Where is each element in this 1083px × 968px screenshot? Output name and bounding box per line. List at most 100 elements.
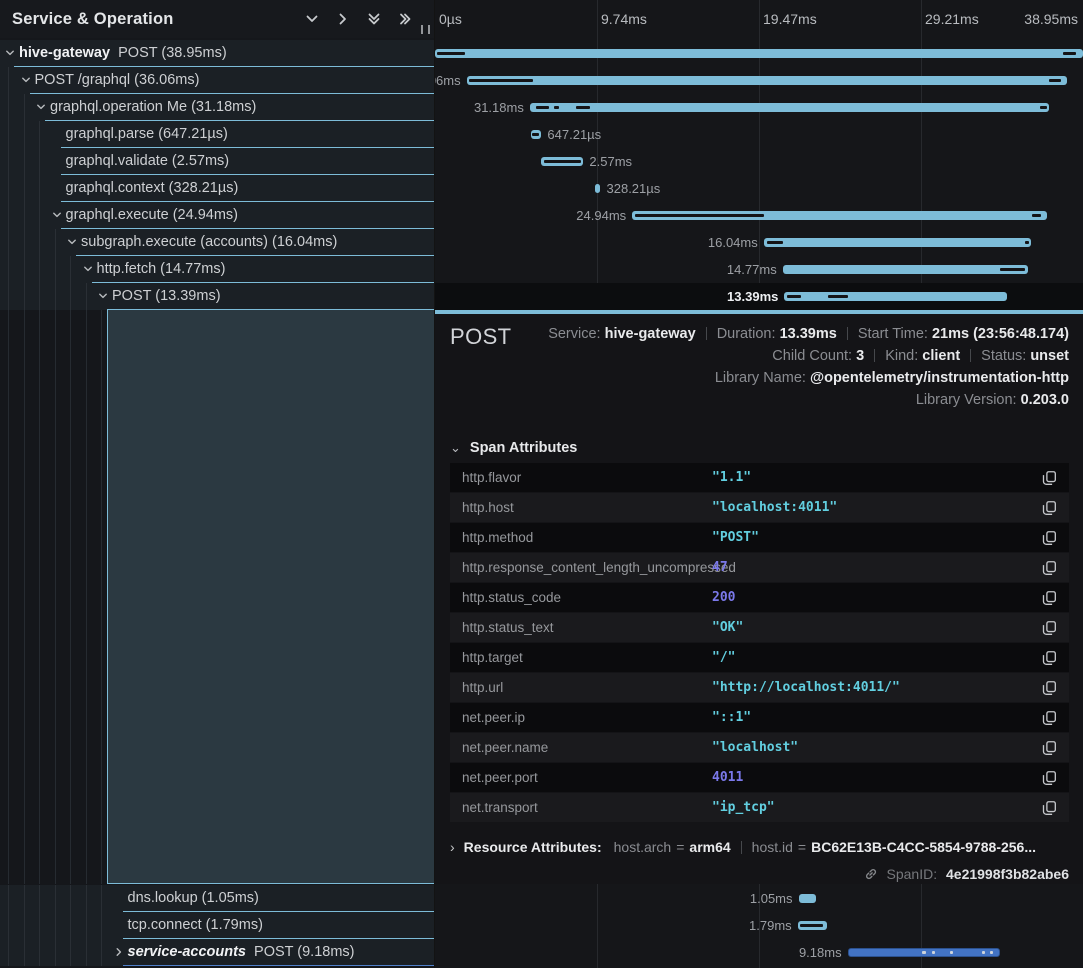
chevron-down-icon[interactable] (67, 237, 77, 248)
span-attributes-header[interactable]: ⌄Span Attributes (450, 440, 577, 456)
operation-name: POST /graphql (36.06ms) (35, 72, 200, 88)
row-underline (123, 965, 435, 966)
attribute-row[interactable]: net.transport"ip_tcp" (450, 793, 1069, 822)
indent-guide (8, 67, 9, 94)
timeline-row[interactable]: 38.95ms (435, 40, 1083, 67)
chevron-down-icon[interactable] (83, 264, 93, 275)
operation-name: http.fetch (14.77ms) (97, 261, 226, 277)
attribute-row[interactable]: net.peer.ip"::1" (450, 703, 1069, 732)
chevron-down-icon[interactable] (21, 75, 31, 86)
operation-name: subgraph.execute (accounts) (16.04ms) (81, 234, 337, 250)
span-tree-row[interactable]: POST /graphql (36.06ms) (0, 67, 434, 94)
attribute-row[interactable]: http.status_text"OK" (450, 613, 1069, 642)
attribute-value: "localhost" (712, 740, 1029, 755)
timeline-row[interactable]: 2.57ms (435, 148, 1083, 175)
copy-icon[interactable] (1029, 770, 1069, 786)
span-tree-row[interactable]: graphql.validate (2.57ms) (0, 148, 434, 175)
span-bar[interactable] (799, 894, 816, 903)
copy-icon[interactable] (1029, 740, 1069, 756)
span-bar[interactable] (783, 265, 1029, 274)
copy-icon[interactable] (1029, 530, 1069, 546)
chevron-down-icon[interactable] (52, 210, 62, 221)
attribute-row[interactable]: net.peer.name"localhost" (450, 733, 1069, 762)
meta-divider (706, 327, 707, 340)
indent-guide (8, 121, 9, 148)
attribute-row[interactable]: http.method"POST" (450, 523, 1069, 552)
chevron-down-icon[interactable] (36, 102, 46, 113)
attribute-row[interactable]: http.host"localhost:4011" (450, 493, 1069, 522)
chevron-right-icon[interactable] (114, 947, 124, 958)
double-chevron-right-icon[interactable] (398, 12, 412, 26)
child-span-marker (767, 241, 783, 244)
span-duration-label: 24.94ms (576, 202, 626, 229)
double-chevron-down-icon[interactable] (367, 12, 381, 26)
copy-icon[interactable] (1029, 710, 1069, 726)
indent-guide (24, 175, 25, 202)
span-bar[interactable] (530, 103, 1049, 112)
attribute-row[interactable]: http.status_code200 (450, 583, 1069, 612)
span-tree-row[interactable]: graphql.operation Me (31.18ms) (0, 94, 434, 121)
span-tree-header: Service & Operation (0, 0, 434, 38)
chevron-right-icon[interactable] (336, 12, 350, 26)
timeline-row[interactable]: 14.77ms (435, 256, 1083, 283)
child-span-marker (544, 160, 581, 163)
attribute-row[interactable]: http.url"http://localhost:4011/" (450, 673, 1069, 702)
span-tree-row[interactable]: service-accounts POST (9.18ms) (0, 939, 434, 966)
copy-icon[interactable] (1029, 470, 1069, 486)
span-tree-row[interactable]: hive-gateway POST (38.95ms) (0, 40, 434, 67)
timeline-row[interactable]: 1.79ms (435, 912, 1083, 939)
copy-icon[interactable] (1029, 800, 1069, 816)
link-icon[interactable] (864, 865, 878, 887)
attribute-row[interactable]: http.response_content_length_uncompresse… (450, 553, 1069, 582)
chevron-down-icon[interactable] (305, 12, 319, 26)
copy-icon[interactable] (1029, 590, 1069, 606)
timeline-row[interactable]: 36.06ms (435, 67, 1083, 94)
timeline-row[interactable]: 328.21µs (435, 175, 1083, 202)
meta-label: Child Count: (772, 348, 856, 364)
timeline-row[interactable]: 31.18ms (435, 94, 1083, 121)
span-bar[interactable] (595, 184, 600, 193)
span-tree-row[interactable]: subgraph.execute (accounts) (16.04ms) (0, 229, 434, 256)
attribute-row[interactable]: http.target"/" (450, 643, 1069, 672)
copy-icon[interactable] (1029, 680, 1069, 696)
span-bar[interactable] (784, 292, 1007, 301)
timeline-row[interactable]: 16.04ms (435, 229, 1083, 256)
span-bar[interactable] (467, 76, 1067, 85)
span-bar[interactable] (435, 49, 1083, 58)
chevron-down-icon[interactable] (98, 291, 108, 302)
copy-icon[interactable] (1029, 620, 1069, 636)
span-bar[interactable] (764, 238, 1031, 247)
span-tree-row[interactable]: tcp.connect (1.79ms) (0, 912, 434, 939)
meta-divider (874, 349, 875, 362)
timeline-row[interactable]: 647.21µs (435, 121, 1083, 148)
span-tree-row[interactable]: graphql.context (328.21µs) (0, 175, 434, 202)
indent-guide (39, 121, 40, 148)
span-tree-row[interactable]: POST (13.39ms) (0, 283, 434, 310)
attribute-key: net.peer.port (462, 770, 712, 785)
copy-icon[interactable] (1029, 560, 1069, 576)
span-tree-row[interactable]: dns.lookup (1.05ms) (0, 885, 434, 912)
timeline-row[interactable]: 24.94ms (435, 202, 1083, 229)
timeline-row[interactable]: 13.39ms (435, 283, 1083, 310)
span-tree-row[interactable]: http.fetch (14.77ms) (0, 256, 434, 283)
indent-guide (39, 148, 40, 175)
resource-attributes-row[interactable]: ›Resource Attributes:host.arch=arm64host… (450, 836, 1036, 858)
selected-span-region[interactable] (107, 310, 434, 884)
copy-icon[interactable] (1029, 500, 1069, 516)
timeline-row[interactable]: 9.18ms (435, 939, 1083, 966)
chevron-down-icon[interactable] (5, 48, 15, 59)
panel-resize-grip[interactable] (421, 25, 430, 34)
child-span-marker (828, 295, 848, 298)
indent-guide (55, 885, 56, 912)
attribute-row[interactable]: net.peer.port4011 (450, 763, 1069, 792)
span-tree-row[interactable]: graphql.execute (24.94ms) (0, 202, 434, 229)
indent-guide (55, 283, 56, 310)
indent-guide (8, 256, 9, 283)
indent-guide (39, 310, 40, 884)
indent-guide (8, 202, 9, 229)
attribute-row[interactable]: http.flavor"1.1" (450, 463, 1069, 492)
indent-guide (24, 939, 25, 966)
copy-icon[interactable] (1029, 650, 1069, 666)
span-tree-row[interactable]: graphql.parse (647.21µs) (0, 121, 434, 148)
timeline-row[interactable]: 1.05ms (435, 885, 1083, 912)
